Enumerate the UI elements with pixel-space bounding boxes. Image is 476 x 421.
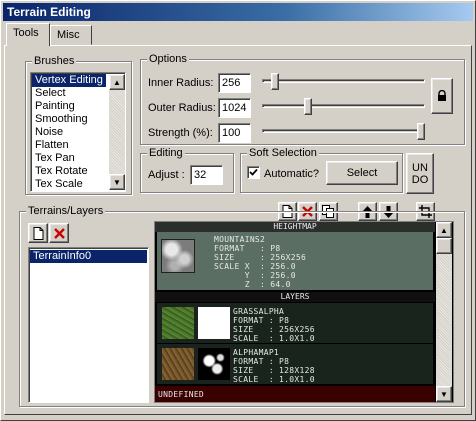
terrains-list[interactable]: TerrainInfo0	[28, 247, 149, 403]
inner-radius-field[interactable]: 256	[218, 73, 251, 93]
tools-panel: Brushes Vertex Editing Select Painting Smoo…	[4, 45, 472, 415]
adjust-label: Adjust :	[148, 169, 185, 181]
window-title: Terrain Editing	[3, 3, 473, 21]
strength-label: Strength (%):	[148, 127, 213, 139]
heightmap-name: MOUNTAINS2	[214, 235, 266, 244]
outer-radius-slider-thumb[interactable]	[303, 98, 312, 115]
soft-selection-group: Soft Selection Automatic? Select	[240, 146, 403, 193]
outer-radius-label: Outer Radius:	[148, 102, 216, 114]
heightmap-scale-y: Y : 256.0	[214, 271, 296, 280]
layer-format: FORMAT : P8	[233, 357, 290, 366]
inner-radius-slider[interactable]	[262, 79, 425, 83]
soft-selection-title: Soft Selection	[247, 146, 319, 160]
strength-slider-thumb[interactable]	[417, 123, 425, 140]
layer-row[interactable]: ALPHAMAP1 FORMAT : P8 SIZE : 128X128 SCA…	[157, 344, 433, 384]
brush-item[interactable]: Tex Pan	[32, 152, 106, 165]
select-button[interactable]: Select	[326, 161, 398, 185]
layer-row[interactable]: GRASSALPHA FORMAT : P8 SIZE : 256X256 SC…	[157, 303, 433, 343]
brushes-scrollbar[interactable]: ▲ ▼	[109, 74, 125, 190]
lock-icon	[438, 90, 446, 101]
options-group: Options Inner Radius: 256 Outer Radius: …	[140, 52, 465, 145]
tab-tools[interactable]: Tools	[6, 23, 50, 46]
options-title: Options	[147, 52, 189, 66]
lock-button[interactable]	[431, 78, 453, 114]
brushes-group: Brushes Vertex Editing Select Painting Smoo…	[25, 54, 132, 195]
strength-slider[interactable]	[262, 129, 425, 133]
scroll-up-button[interactable]: ▲	[109, 74, 125, 90]
brush-item[interactable]: Tex Rotate	[32, 165, 106, 178]
heightmap-scale-z: Z : 64.0	[214, 280, 291, 289]
preview-scrollbar[interactable]: ▲ ▼	[436, 222, 452, 402]
delete-terrain-button[interactable]	[49, 223, 69, 243]
grass-texture-thumbnail	[161, 306, 195, 340]
adjust-field[interactable]: 32	[190, 165, 223, 185]
brushes-list[interactable]: Vertex Editing Select Painting Smoothing Noi…	[30, 72, 126, 192]
terrain-preview[interactable]: HEIGHTMAP MOUNTAINS2 FORMAT : P8 SIZE : …	[154, 221, 454, 403]
undo-button[interactable]: UN DO	[406, 153, 434, 194]
undo-label-line1: UN	[412, 161, 428, 174]
brush-item[interactable]: Flatten	[32, 139, 106, 152]
layer-size: SIZE : 128X128	[233, 366, 315, 375]
heightmap-panel[interactable]: MOUNTAINS2 FORMAT : P8 SIZE : 256X256 SC…	[157, 232, 433, 290]
undo-label-line2: DO	[411, 173, 429, 186]
checkmark-icon	[249, 168, 258, 176]
arrow-up-icon: ▲	[113, 77, 121, 87]
new-terrain-button[interactable]	[28, 223, 48, 243]
automatic-label: Automatic?	[264, 168, 320, 180]
editing-group: Editing Adjust : 32	[140, 146, 234, 193]
heightmap-scale-x: SCALE X : 256.0	[214, 262, 296, 271]
heightmap-thumbnail	[161, 239, 195, 273]
layers-header: LAYERS	[155, 292, 435, 302]
grass-alpha-thumbnail	[197, 306, 231, 340]
brush-item[interactable]: Painting	[32, 100, 106, 113]
layer-size: SIZE : 256X256	[233, 325, 315, 334]
brush-item[interactable]: Smoothing	[32, 113, 106, 126]
outer-radius-field[interactable]: 1024	[218, 98, 251, 118]
terrain-item[interactable]: TerrainInfo0	[30, 250, 147, 263]
outer-radius-slider[interactable]	[262, 104, 425, 108]
alpha-map-thumbnail	[197, 347, 231, 381]
scroll-down-button[interactable]: ▼	[436, 386, 452, 402]
scroll-down-button[interactable]: ▼	[109, 174, 125, 190]
automatic-checkbox[interactable]	[247, 166, 260, 179]
layer-format: FORMAT : P8	[233, 316, 290, 325]
delete-x-icon	[53, 227, 65, 239]
editing-title: Editing	[147, 146, 185, 160]
arrow-up-icon: ▲	[440, 225, 448, 235]
heightmap-format: FORMAT : P8	[214, 244, 281, 253]
heightmap-header: HEIGHTMAP	[155, 222, 435, 232]
terrains-layers-group: Terrains/Layers TerrainInfo0 HEIGHTMAP M…	[19, 204, 465, 407]
dirt-texture-thumbnail	[161, 347, 195, 381]
terrains-layers-title: Terrains/Layers	[26, 204, 106, 218]
arrow-down-icon: ▼	[113, 177, 121, 187]
heightmap-size: SIZE : 256X256	[214, 253, 307, 262]
terrain-editing-window: Terrain Editing Tools Misc Brushes Verte…	[0, 0, 476, 421]
arrow-down-icon: ▼	[440, 389, 448, 399]
brush-item[interactable]: Select	[32, 87, 106, 100]
new-page-icon	[33, 226, 43, 240]
layer-scale: SCALE : 1.0X1.0	[233, 334, 315, 343]
brush-item[interactable]: Tex Scale	[32, 178, 106, 191]
inner-radius-label: Inner Radius:	[148, 77, 214, 89]
layer-name: GRASSALPHA	[233, 307, 285, 316]
scroll-up-button[interactable]: ▲	[436, 222, 452, 238]
inner-radius-slider-thumb[interactable]	[271, 73, 280, 90]
layer-name: ALPHAMAP1	[233, 348, 280, 357]
undefined-layer-row[interactable]: UNDEFINED	[155, 386, 435, 402]
strength-field[interactable]: 100	[218, 123, 251, 143]
scrollbar-thumb[interactable]	[436, 238, 452, 254]
brush-item[interactable]: Vertex Editing	[32, 74, 106, 87]
brushes-title: Brushes	[32, 54, 77, 68]
layer-scale: SCALE : 1.0X1.0	[233, 375, 315, 384]
brush-item[interactable]: Noise	[32, 126, 106, 139]
tab-misc[interactable]: Misc	[50, 25, 92, 45]
